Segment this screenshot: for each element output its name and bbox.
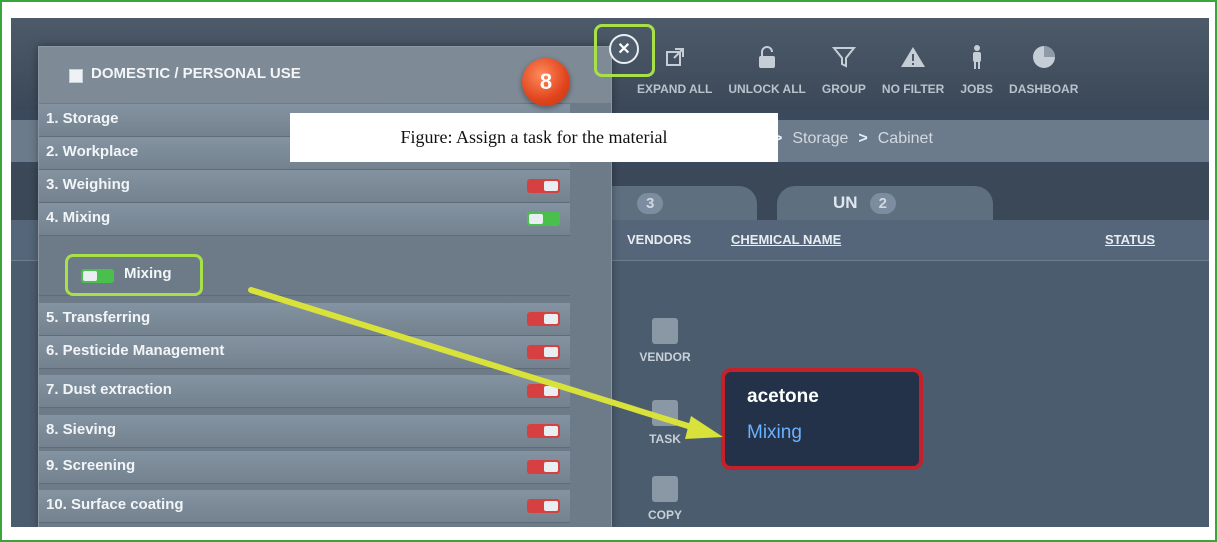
column-chemical-name[interactable]: CHEMICAL NAME: [731, 232, 841, 247]
task-icon: [652, 400, 678, 426]
toolbar-label: GROUP: [821, 82, 866, 96]
toggle-switch[interactable]: [527, 460, 560, 474]
header-checkbox[interactable]: [69, 69, 83, 83]
mixing-subitem-label[interactable]: Mixing: [124, 265, 172, 282]
task-row-label: 4. Mixing: [46, 209, 111, 226]
task-label: TASK: [649, 432, 681, 446]
breadcrumb-separator: >: [858, 130, 868, 147]
task-row-weighing[interactable]: 3. Weighing: [39, 170, 570, 203]
filter-funnel-icon: [831, 44, 857, 70]
toolbar-unlock-all[interactable]: UNLOCK ALL: [720, 18, 814, 110]
toolbar-jobs[interactable]: JOBS: [952, 18, 1001, 110]
chemical-name: acetone: [747, 386, 819, 407]
pie-chart-icon: [1031, 44, 1057, 70]
vendor-icon: [652, 318, 678, 344]
toolbar-label: JOBS: [960, 82, 994, 96]
breadcrumb: > Storage > Cabinet: [773, 130, 933, 148]
app-screenshot: EXPAND ALL UNLOCK ALL GROUP NO FILTER JO…: [11, 18, 1209, 527]
copy-icon: [652, 476, 678, 502]
toolbar-label: UNLOCK ALL: [728, 82, 806, 96]
warning-icon: [900, 44, 926, 70]
toggle-switch[interactable]: [527, 212, 560, 226]
task-row-label: 5. Transferring: [46, 309, 151, 326]
task-row-screening[interactable]: 9. Screening: [39, 451, 570, 484]
task-row-label: 9. Screening: [46, 457, 136, 474]
assigned-task[interactable]: Mixing: [747, 422, 802, 444]
toolbar-label: DASHBOAR: [1009, 82, 1079, 96]
toggle-switch[interactable]: [527, 179, 560, 193]
column-status[interactable]: STATUS: [1105, 232, 1155, 247]
tab-label: UN: [833, 193, 858, 212]
column-vendors[interactable]: VENDORS: [627, 232, 691, 247]
task-row-label: 6. Pesticide Management: [46, 342, 225, 359]
task-row-label: 10. Surface coating: [46, 496, 184, 513]
step-badge: 8: [522, 58, 570, 106]
mixing-subitem-toggle[interactable]: [81, 269, 114, 283]
task-row-label: 8. Sieving: [46, 421, 117, 438]
toolbar: EXPAND ALL UNLOCK ALL GROUP NO FILTER JO…: [629, 18, 1086, 110]
toolbar-no-filter[interactable]: NO FILTER: [874, 18, 952, 110]
task-row-label: 1. Storage: [46, 110, 119, 127]
toolbar-label: EXPAND ALL: [637, 82, 713, 96]
task-row-label: 7. Dust extraction: [46, 381, 172, 398]
figure-caption: Figure: Assign a task for the material: [290, 113, 778, 162]
figure-frame: EXPAND ALL UNLOCK ALL GROUP NO FILTER JO…: [0, 0, 1217, 542]
vendor-label: VENDOR: [639, 350, 691, 364]
task-row-pesticide-management[interactable]: 6. Pesticide Management: [39, 336, 570, 369]
task-row-surface-coating[interactable]: 10. Surface coating: [39, 490, 570, 523]
close-icon[interactable]: ✕: [609, 34, 639, 64]
unlock-icon: [754, 44, 780, 70]
copy-label: COPY: [647, 508, 682, 522]
vendor-button[interactable]: VENDOR: [621, 318, 709, 364]
copy-button[interactable]: COPY: [621, 476, 709, 522]
external-link-icon: [662, 44, 688, 70]
panel-header-label: DOMESTIC / PERSONAL USE: [91, 65, 301, 82]
task-button[interactable]: TASK: [621, 400, 709, 446]
task-row-label: 2. Workplace: [46, 143, 139, 160]
toggle-switch[interactable]: [527, 312, 560, 326]
toggle-switch[interactable]: [527, 499, 560, 513]
breadcrumb-item-storage[interactable]: Storage: [792, 130, 848, 148]
task-row-transferring[interactable]: 5. Transferring: [39, 303, 570, 336]
toolbar-label: NO FILTER: [881, 82, 945, 96]
task-row-label: 3. Weighing: [46, 176, 130, 193]
breadcrumb-item-cabinet[interactable]: Cabinet: [878, 130, 933, 148]
tab-count: 2: [869, 192, 896, 214]
task-row-sieving[interactable]: 8. Sieving: [39, 415, 570, 448]
toolbar-dashboard[interactable]: DASHBOAR: [1001, 18, 1086, 110]
toggle-switch[interactable]: [527, 424, 560, 438]
tab-un[interactable]: UN 2: [777, 186, 993, 220]
toggle-switch[interactable]: [527, 345, 560, 359]
person-icon: [964, 44, 990, 70]
tab-count: 3: [637, 192, 664, 214]
toggle-switch[interactable]: [527, 384, 560, 398]
chemical-task-result: acetone Mixing: [721, 368, 923, 470]
toolbar-group[interactable]: GROUP: [814, 18, 874, 110]
task-row-dust-extraction[interactable]: 7. Dust extraction: [39, 375, 570, 408]
task-row-mixing[interactable]: 4. Mixing: [39, 203, 570, 236]
